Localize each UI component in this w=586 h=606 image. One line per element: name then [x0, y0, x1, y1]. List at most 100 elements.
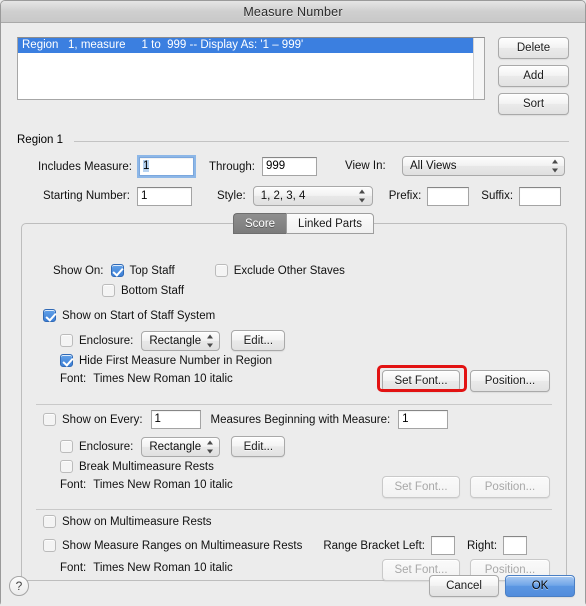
every-enclosure-value: Rectangle — [149, 440, 202, 453]
region-group-divider — [74, 141, 569, 142]
bottom-staff-label: Bottom Staff — [121, 284, 185, 297]
suffix-input[interactable] — [519, 186, 562, 206]
chevron-updown-icon — [206, 440, 213, 453]
chevron-updown-icon — [206, 334, 213, 347]
list-item[interactable]: Region 1, measure 1 to 999 -- Display As… — [18, 38, 484, 53]
view-in-value: All Views — [410, 160, 457, 172]
show-on-multimeasure-rests-label: Show on Multimeasure Rests — [62, 515, 212, 528]
range-bracket-left-label: Range Bracket Left: — [323, 539, 425, 552]
start-enclosure-dropdown[interactable]: Rectangle — [141, 330, 221, 351]
multimeasure-font-label: Font: — [60, 562, 87, 574]
every-enclosure-dropdown[interactable]: Rectangle — [141, 436, 221, 457]
top-staff-checkbox[interactable] — [110, 264, 124, 277]
includes-measure-value: 1 — [142, 160, 150, 172]
view-in-row: All Views — [402, 156, 565, 176]
includes-measure-label: Includes Measure: — [38, 160, 132, 173]
tab-linked-parts[interactable]: Linked Parts — [286, 213, 374, 234]
add-button[interactable]: Add — [498, 65, 569, 87]
cancel-button[interactable]: Cancel — [429, 575, 499, 597]
every-enclosure-label: Enclosure: — [79, 440, 134, 453]
hide-first-row: Hide First Measure Number in Region — [60, 354, 272, 367]
measures-beginning-input[interactable]: 1 — [398, 410, 449, 429]
show-on-start-checkbox[interactable] — [43, 309, 56, 322]
includes-measure-input[interactable]: 1 — [136, 155, 196, 178]
show-on-multimeasure-rests-checkbox[interactable] — [43, 515, 56, 528]
show-on-label: Show On: — [53, 264, 104, 277]
through-input[interactable]: 999 — [262, 157, 317, 176]
show-measure-ranges-label: Show Measure Ranges on Multimeasure Rest… — [62, 539, 303, 552]
prefix-input[interactable] — [427, 186, 470, 206]
start-enclosure-checkbox[interactable] — [60, 334, 73, 347]
delete-button[interactable]: Delete — [498, 37, 569, 59]
every-enclosure-checkbox[interactable] — [60, 440, 73, 453]
hide-first-measure-number-checkbox[interactable] — [60, 354, 73, 367]
start-font-label: Font: — [60, 373, 87, 385]
measure-number-dialog: Measure Number Region 1, measure 1 to 99… — [0, 0, 586, 606]
style-dropdown[interactable]: 1, 2, 3, 4 — [252, 186, 373, 206]
show-measure-ranges-checkbox[interactable] — [43, 539, 56, 552]
start-enclosure-edit-button[interactable]: Edit... — [231, 330, 286, 351]
region-list[interactable]: Region 1, measure 1 to 999 -- Display As… — [17, 37, 485, 100]
start-font-value: Times New Roman 10 italic — [93, 373, 233, 385]
view-in-dropdown[interactable]: All Views — [402, 156, 565, 176]
section-divider-1 — [36, 404, 552, 405]
exclude-other-staves-checkbox[interactable] — [214, 264, 228, 277]
every-set-font-button[interactable]: Set Font... — [382, 476, 460, 498]
start-set-font-button[interactable]: Set Font... — [382, 370, 460, 392]
break-multimeasure-rests-checkbox[interactable] — [60, 460, 73, 473]
range-bracket-right-label: Right: — [467, 539, 498, 552]
show-on-every-checkbox[interactable] — [43, 413, 56, 426]
start-enclosure-label: Enclosure: — [79, 334, 134, 347]
multimeasure-font-value: Times New Roman 10 italic — [93, 562, 233, 574]
show-on-every-label: Show on Every: — [62, 413, 143, 426]
hide-first-measure-number-label: Hide First Measure Number in Region — [79, 354, 273, 367]
every-enclosure-row: Enclosure: Rectangle Edit... — [60, 436, 286, 457]
show-on-multimeasure-row: Show on Multimeasure Rests — [43, 515, 212, 528]
start-position-button[interactable]: Position... — [470, 370, 550, 392]
start-enclosure-row: Enclosure: Rectangle Edit... — [60, 330, 286, 351]
start-font-row: Font: Times New Roman 10 italic — [60, 373, 233, 385]
every-font-value: Times New Roman 10 italic — [93, 479, 233, 491]
show-on-every-input[interactable]: 1 — [150, 410, 201, 429]
show-on-every-row: Show on Every: 1 Measures Beginning with… — [43, 410, 449, 429]
top-staff-label: Top Staff — [129, 264, 175, 277]
every-position-button[interactable]: Position... — [470, 476, 550, 498]
tab-score[interactable]: Score — [233, 213, 287, 234]
measures-beginning-label: Measures Beginning with Measure: — [210, 413, 391, 426]
chevron-updown-icon — [551, 159, 558, 173]
view-in-label: View In: — [345, 160, 386, 172]
show-measure-ranges-row: Show Measure Ranges on Multimeasure Rest… — [43, 536, 528, 555]
range-bracket-right-input[interactable] — [503, 536, 528, 555]
tab-strip: Score Linked Parts — [233, 213, 374, 234]
region-group-label: Region 1 — [17, 134, 64, 146]
starting-number-row: Starting Number: 1 Style: 1, 2, 3, 4 Pre… — [43, 186, 562, 206]
every-font-label: Font: — [60, 479, 87, 491]
bottom-staff-row: Bottom Staff — [102, 284, 184, 297]
style-label: Style: — [216, 190, 246, 202]
tab-panel: Show On: Top Staff Exclude Other Staves … — [21, 223, 567, 581]
bottom-staff-checkbox[interactable] — [102, 284, 115, 297]
every-enclosure-edit-button[interactable]: Edit... — [231, 436, 286, 457]
window-title: Measure Number — [243, 4, 343, 19]
help-button[interactable]: ? — [9, 576, 29, 596]
break-multimeasure-row: Break Multimeasure Rests — [60, 460, 214, 473]
range-bracket-left-input[interactable] — [431, 536, 455, 555]
includes-measure-row: Includes Measure: 1 Through: 999 — [38, 155, 317, 178]
multimeasure-font-row: Font: Times New Roman 10 italic — [60, 562, 233, 574]
suffix-label: Suffix: — [481, 190, 514, 202]
sort-button[interactable]: Sort — [498, 93, 569, 115]
show-on-row: Show On: Top Staff Exclude Other Staves — [53, 264, 345, 277]
exclude-other-staves-label: Exclude Other Staves — [233, 264, 345, 277]
window-titlebar: Measure Number — [1, 1, 585, 23]
start-enclosure-value: Rectangle — [149, 334, 202, 347]
every-font-row: Font: Times New Roman 10 italic — [60, 479, 233, 491]
show-on-start-label: Show on Start of Staff System — [62, 309, 216, 322]
section-divider-2 — [36, 509, 552, 510]
ok-button[interactable]: OK — [505, 575, 575, 597]
through-label: Through: — [208, 160, 255, 173]
break-multimeasure-rests-label: Break Multimeasure Rests — [79, 460, 214, 473]
dialog-content: Region 1, measure 1 to 999 -- Display As… — [1, 23, 585, 606]
list-scrollbar[interactable] — [473, 38, 484, 99]
starting-number-label: Starting Number: — [43, 190, 130, 202]
starting-number-input[interactable]: 1 — [136, 186, 192, 206]
